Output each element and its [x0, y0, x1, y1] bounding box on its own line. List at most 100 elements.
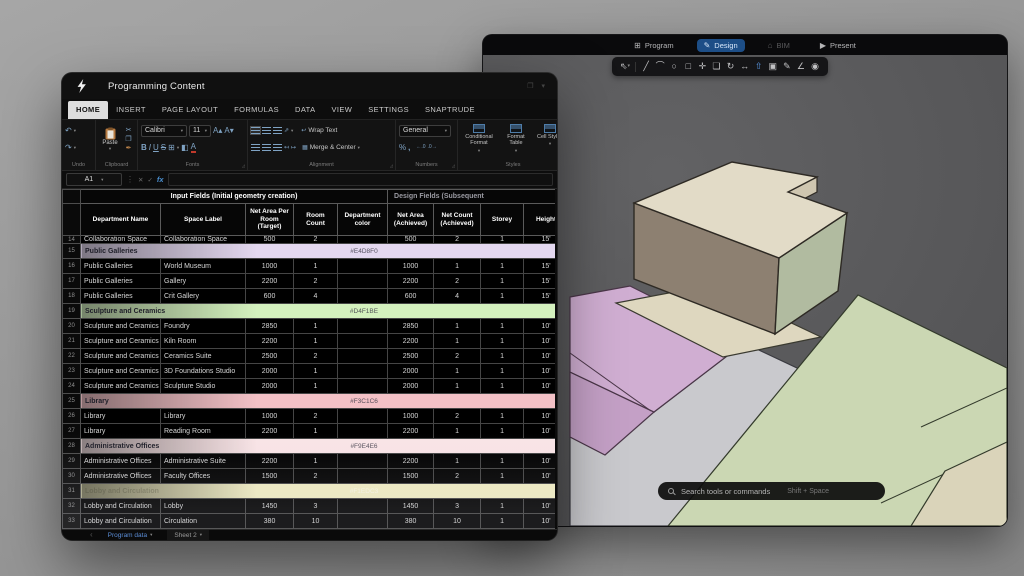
department-band-cell[interactable]: Library#F3C1C6: [81, 394, 556, 409]
cell-storey[interactable]: 1: [481, 409, 524, 424]
cell-storey[interactable]: 1: [481, 499, 524, 514]
cell-dept[interactable]: Sculpture and Ceramics: [81, 349, 161, 364]
column-header-space-label[interactable]: Space Label: [161, 204, 246, 236]
row-number[interactable]: 24: [63, 379, 81, 394]
column-header-department-color[interactable]: Department color: [338, 204, 388, 236]
cell-areaach[interactable]: 1450: [388, 499, 434, 514]
alignment-expand-icon[interactable]: ◿: [390, 163, 393, 168]
cell-area[interactable]: 2200: [246, 274, 294, 289]
column-header-height[interactable]: Height: [524, 204, 555, 236]
cell-height[interactable]: 15': [524, 274, 555, 289]
column-header-net-area-per-room-target[interactable]: Net Area Per Room (Target): [246, 204, 294, 236]
cell-color[interactable]: [338, 319, 388, 334]
cell-color[interactable]: [338, 379, 388, 394]
tool-circle-icon[interactable]: ○: [667, 57, 681, 76]
cell-countach[interactable]: 2: [434, 274, 481, 289]
tool-extrude-box-icon[interactable]: ▣: [766, 57, 780, 76]
viewport-3d[interactable]: [483, 55, 1007, 526]
row-number[interactable]: 16: [63, 259, 81, 274]
ribbon-tab-snaptrude[interactable]: SNAPTRUDE: [417, 101, 483, 119]
undo-dropdown[interactable]: ▾: [74, 128, 76, 134]
cell-dept[interactable]: Sculpture and Ceramics: [81, 334, 161, 349]
cell-dept[interactable]: Sculpture and Ceramics: [81, 379, 161, 394]
column-header-storey[interactable]: Storey: [481, 204, 524, 236]
cell-storey[interactable]: 1: [481, 274, 524, 289]
cell-area[interactable]: 380: [246, 514, 294, 529]
cell-space[interactable]: Crit Gallery: [161, 289, 246, 304]
cell-height[interactable]: 10': [524, 514, 555, 529]
department-band-cell[interactable]: Lobby and Circulation#F1EDC3: [81, 484, 556, 499]
shrink-font-icon[interactable]: A▾: [224, 127, 233, 135]
fill-color-icon[interactable]: ◧: [181, 144, 189, 152]
cell-area[interactable]: 600: [246, 289, 294, 304]
cell-countach[interactable]: 1: [434, 424, 481, 439]
cell-space[interactable]: Ceramics Suite: [161, 349, 246, 364]
row-number[interactable]: 17: [63, 274, 81, 289]
undo-button[interactable]: ↶: [65, 127, 72, 135]
row-number[interactable]: 28: [63, 439, 81, 454]
cell-storey[interactable]: 1: [481, 319, 524, 334]
cell-countach[interactable]: 3: [434, 499, 481, 514]
cell-color[interactable]: [338, 469, 388, 484]
tool-pencil-icon[interactable]: ✎: [780, 57, 794, 76]
department-band-cell[interactable]: Public Galleries#E4D8F0: [81, 244, 556, 259]
ribbon-tab-home[interactable]: HOME: [68, 101, 108, 119]
cell-countach[interactable]: 1: [434, 319, 481, 334]
cell-dept[interactable]: Sculpture and Ceramics: [81, 364, 161, 379]
underline-button[interactable]: U: [153, 144, 159, 152]
cell-color[interactable]: [338, 454, 388, 469]
titlebar-faint-controls[interactable]: ❐▾: [527, 82, 545, 90]
comma-icon[interactable]: ,: [408, 144, 410, 152]
cell-countach[interactable]: 10: [434, 514, 481, 529]
cell-height[interactable]: 10': [524, 379, 555, 394]
cell-storey[interactable]: 1: [481, 349, 524, 364]
cell-area[interactable]: 2500: [246, 349, 294, 364]
cell-areaach[interactable]: 2850: [388, 319, 434, 334]
format-table-button[interactable]: Format Table▾: [501, 122, 531, 154]
cell-countach[interactable]: 1: [434, 334, 481, 349]
column-header-net-area-achieved[interactable]: Net Area (Achieved): [388, 204, 434, 236]
cell-dept[interactable]: Collaboration Space: [81, 236, 161, 244]
cell-count[interactable]: 1: [294, 424, 338, 439]
fx-icon[interactable]: fx: [157, 175, 164, 184]
cell-area[interactable]: 1500: [246, 469, 294, 484]
cell-countach[interactable]: 1: [434, 379, 481, 394]
cell-color[interactable]: [338, 499, 388, 514]
align-left-icon[interactable]: [251, 144, 260, 151]
row-number[interactable]: 23: [63, 364, 81, 379]
cell-areaach[interactable]: 2200: [388, 454, 434, 469]
department-band-cell[interactable]: Administrative Offices#F9E4E6: [81, 439, 556, 454]
borders-icon[interactable]: ⊞: [168, 144, 175, 152]
cell-count[interactable]: 1: [294, 379, 338, 394]
font-color-icon[interactable]: A: [191, 143, 196, 153]
cell-color[interactable]: [338, 259, 388, 274]
cell-countach[interactable]: 1: [434, 364, 481, 379]
cell-space[interactable]: Lobby: [161, 499, 246, 514]
cell-height[interactable]: 10': [524, 364, 555, 379]
sheet-tab-program-data[interactable]: Program data▾: [101, 530, 160, 540]
cut-icon[interactable]: ✂: [126, 127, 132, 134]
nav-tab-present[interactable]: ▶Present: [813, 39, 863, 52]
cell-space[interactable]: Faculty Offices: [161, 469, 246, 484]
tool-camera-icon[interactable]: ◉: [808, 57, 822, 76]
row-number[interactable]: 14: [63, 236, 81, 244]
cell-areaach[interactable]: 500: [388, 236, 434, 244]
formula-input[interactable]: [168, 173, 553, 186]
cell-area[interactable]: 500: [246, 236, 294, 244]
numbers-expand-icon[interactable]: ◿: [452, 163, 455, 168]
cancel-entry-icon[interactable]: ✕: [138, 176, 143, 184]
font-name-select[interactable]: Calibri▾: [141, 125, 187, 137]
paste-button[interactable]: Paste ▾: [99, 122, 121, 156]
cell-countach[interactable]: 2: [434, 236, 481, 244]
row-number[interactable]: 32: [63, 499, 81, 514]
cell-countach[interactable]: 1: [434, 454, 481, 469]
cell-countach[interactable]: 2: [434, 409, 481, 424]
cell-height[interactable]: 10': [524, 499, 555, 514]
redo-button[interactable]: ↷: [65, 144, 72, 152]
cell-height[interactable]: 10': [524, 454, 555, 469]
conditional-format-button[interactable]: Conditional Format▾: [461, 122, 497, 154]
corner-cell[interactable]: [63, 190, 81, 204]
cell-storey[interactable]: 1: [481, 379, 524, 394]
decrease-decimal-icon[interactable]: ←.0: [416, 145, 425, 150]
strikethrough-button[interactable]: S: [161, 144, 166, 152]
